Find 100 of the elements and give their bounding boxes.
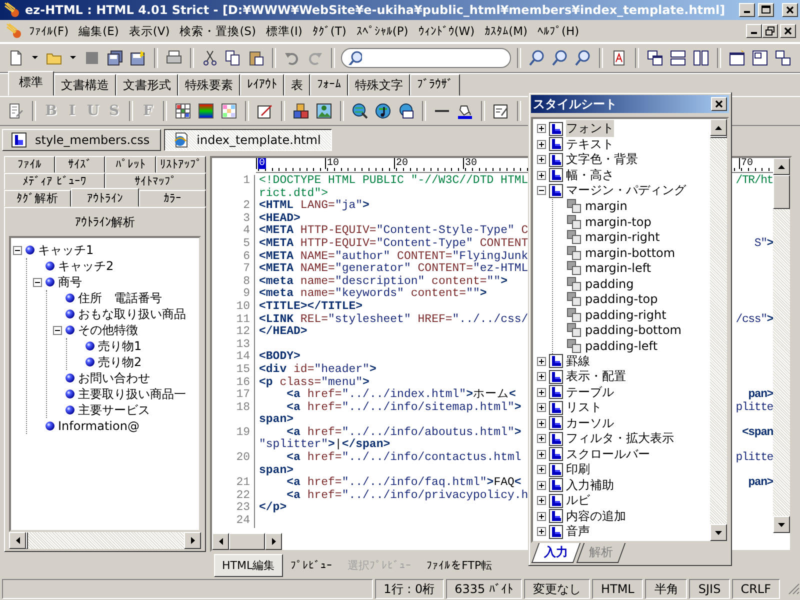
panel-tab[interactable]: ﾊﾟﾚｯﾄ <box>105 156 156 173</box>
style-property[interactable]: margin-left <box>585 261 652 276</box>
close-button[interactable] <box>780 24 796 38</box>
minimize-button[interactable] <box>739 3 755 17</box>
style-category[interactable]: 文字色・背景 <box>566 151 638 168</box>
comet-icon[interactable] <box>4 2 20 18</box>
close-icon[interactable] <box>714 99 724 109</box>
style-category[interactable]: リスト <box>566 399 602 416</box>
outline-item[interactable]: おもな取り扱い商品 <box>78 306 186 322</box>
outline-item[interactable]: 主要取り扱い商品一 <box>78 386 186 402</box>
menu-item[interactable]: ｽﾍﾟｼｬﾙ(P) <box>351 22 414 40</box>
menu-item[interactable]: 表示(V) <box>124 22 175 40</box>
plus-box-icon[interactable] <box>537 418 546 428</box>
outline-item[interactable]: Information@ <box>58 419 140 433</box>
horizontal-scrollbar[interactable] <box>9 532 201 549</box>
style-category[interactable]: 幅・高さ <box>566 166 614 184</box>
tile-horizontal-icon[interactable] <box>670 50 686 66</box>
windows-icon[interactable] <box>775 50 791 66</box>
cubes-icon[interactable] <box>293 103 309 119</box>
zoom-icon[interactable] <box>575 50 591 66</box>
plus-box-icon[interactable] <box>537 496 546 506</box>
scroll-up-button[interactable] <box>710 119 727 136</box>
style-category[interactable]: テキスト <box>566 136 614 153</box>
plus-box-icon[interactable] <box>537 170 546 180</box>
document-tab[interactable]: index_template.html <box>164 129 332 151</box>
close-icon[interactable] <box>785 5 795 15</box>
style-category[interactable]: 表示・配置 <box>566 368 626 386</box>
style-property[interactable]: padding <box>585 276 634 291</box>
new-window-icon[interactable] <box>729 50 745 66</box>
outline-item[interactable]: 住所 電話番号 <box>78 290 162 306</box>
scroll-down-button[interactable] <box>773 516 790 533</box>
menu-item[interactable]: 編集(E) <box>74 22 124 40</box>
scroll-thumb[interactable] <box>773 175 790 209</box>
toolbar-tab[interactable]: 標準 <box>8 71 54 96</box>
color-gradient-icon[interactable] <box>198 103 214 119</box>
toolbar-tab[interactable]: 表 <box>284 74 310 96</box>
outline-item[interactable]: 主要サービス <box>78 402 150 418</box>
css-file-icon[interactable] <box>11 132 27 148</box>
plus-box-icon[interactable] <box>537 372 546 382</box>
left-arrow-icon[interactable] <box>16 537 20 544</box>
style-property[interactable]: padding-bottom <box>585 323 682 338</box>
toolbar-tab[interactable]: 文書形式 <box>116 74 178 96</box>
outline-item[interactable]: 商号 <box>58 274 82 290</box>
plus-box-icon[interactable] <box>537 465 546 474</box>
vertical-scrollbar[interactable] <box>710 119 727 541</box>
view-tab[interactable]: ﾌﾟﾚﾋﾞｭｰ <box>284 556 340 574</box>
zoom-icon[interactable] <box>529 50 545 66</box>
style-property[interactable]: padding-top <box>585 292 658 306</box>
scroll-thumb[interactable] <box>229 533 265 550</box>
menu-item[interactable]: 標準(I) <box>260 22 308 40</box>
globe-file-icon[interactable] <box>172 132 189 148</box>
style-category[interactable]: マージン・パディング <box>566 182 686 200</box>
style-property[interactable]: padding-left <box>585 338 658 353</box>
document-tab[interactable]: style_members.css <box>2 129 161 151</box>
scissors-icon[interactable] <box>202 50 218 66</box>
style-property[interactable]: margin-top <box>585 214 652 229</box>
scroll-thumb[interactable] <box>26 532 28 549</box>
globe-music-icon[interactable] <box>375 103 391 119</box>
menu-item[interactable]: 検索・置換(S) <box>174 22 261 40</box>
right-arrow-icon[interactable] <box>272 538 276 545</box>
plus-box-icon[interactable] <box>537 434 546 444</box>
zoom-icon[interactable] <box>552 50 568 66</box>
style-category[interactable]: テーブル <box>566 384 614 401</box>
outline-item[interactable]: その他特徴 <box>78 322 138 338</box>
vertical-scrollbar[interactable] <box>773 158 790 533</box>
undo-icon[interactable] <box>284 50 300 66</box>
style-property[interactable]: margin-right <box>585 230 660 244</box>
scroll-thumb[interactable] <box>710 136 727 138</box>
scroll-up-button[interactable] <box>773 158 790 175</box>
maximize-icon[interactable] <box>761 5 771 15</box>
new-document-icon[interactable] <box>8 50 24 66</box>
toolbar-tab[interactable]: 文書構造 <box>54 74 116 96</box>
square-icon[interactable] <box>84 50 100 66</box>
scroll-left-button[interactable] <box>212 533 229 550</box>
paste-icon[interactable] <box>248 50 264 66</box>
style-category[interactable]: 入力補助 <box>566 476 614 494</box>
plus-box-icon[interactable] <box>537 527 546 536</box>
left-arrow-icon[interactable] <box>218 538 222 545</box>
printer-icon[interactable] <box>166 50 182 66</box>
outline-item[interactable]: 売り物2 <box>98 354 142 370</box>
picture-icon[interactable] <box>316 103 332 119</box>
style-category[interactable]: 音声 <box>566 523 590 540</box>
style-category[interactable]: スクロールバー <box>566 446 650 463</box>
scroll-right-button[interactable] <box>184 532 201 549</box>
outline-item[interactable]: 売り物1 <box>98 338 142 354</box>
color-palette-icon[interactable] <box>221 103 237 119</box>
plus-box-icon[interactable] <box>537 155 546 164</box>
menu-item[interactable]: ﾌｧｲﾙ(F) <box>24 22 74 40</box>
style-property[interactable]: padding-right <box>585 308 666 322</box>
menu-item[interactable]: ﾀｸﾞ(T) <box>307 22 352 40</box>
globe-window-icon[interactable] <box>398 103 414 119</box>
close-button[interactable] <box>782 3 798 17</box>
plus-box-icon[interactable] <box>537 124 546 134</box>
view-tab[interactable]: ﾌｧｲﾙをFTP転 <box>420 554 500 576</box>
toolbar-tab[interactable]: ﾌｫｰﾑ <box>310 74 348 96</box>
horizontal-scrollbar[interactable] <box>212 533 282 550</box>
close-icon[interactable] <box>783 26 793 36</box>
plus-box-icon[interactable] <box>537 356 546 366</box>
plus-box-icon[interactable] <box>537 388 546 397</box>
minimize-button[interactable] <box>746 24 762 38</box>
